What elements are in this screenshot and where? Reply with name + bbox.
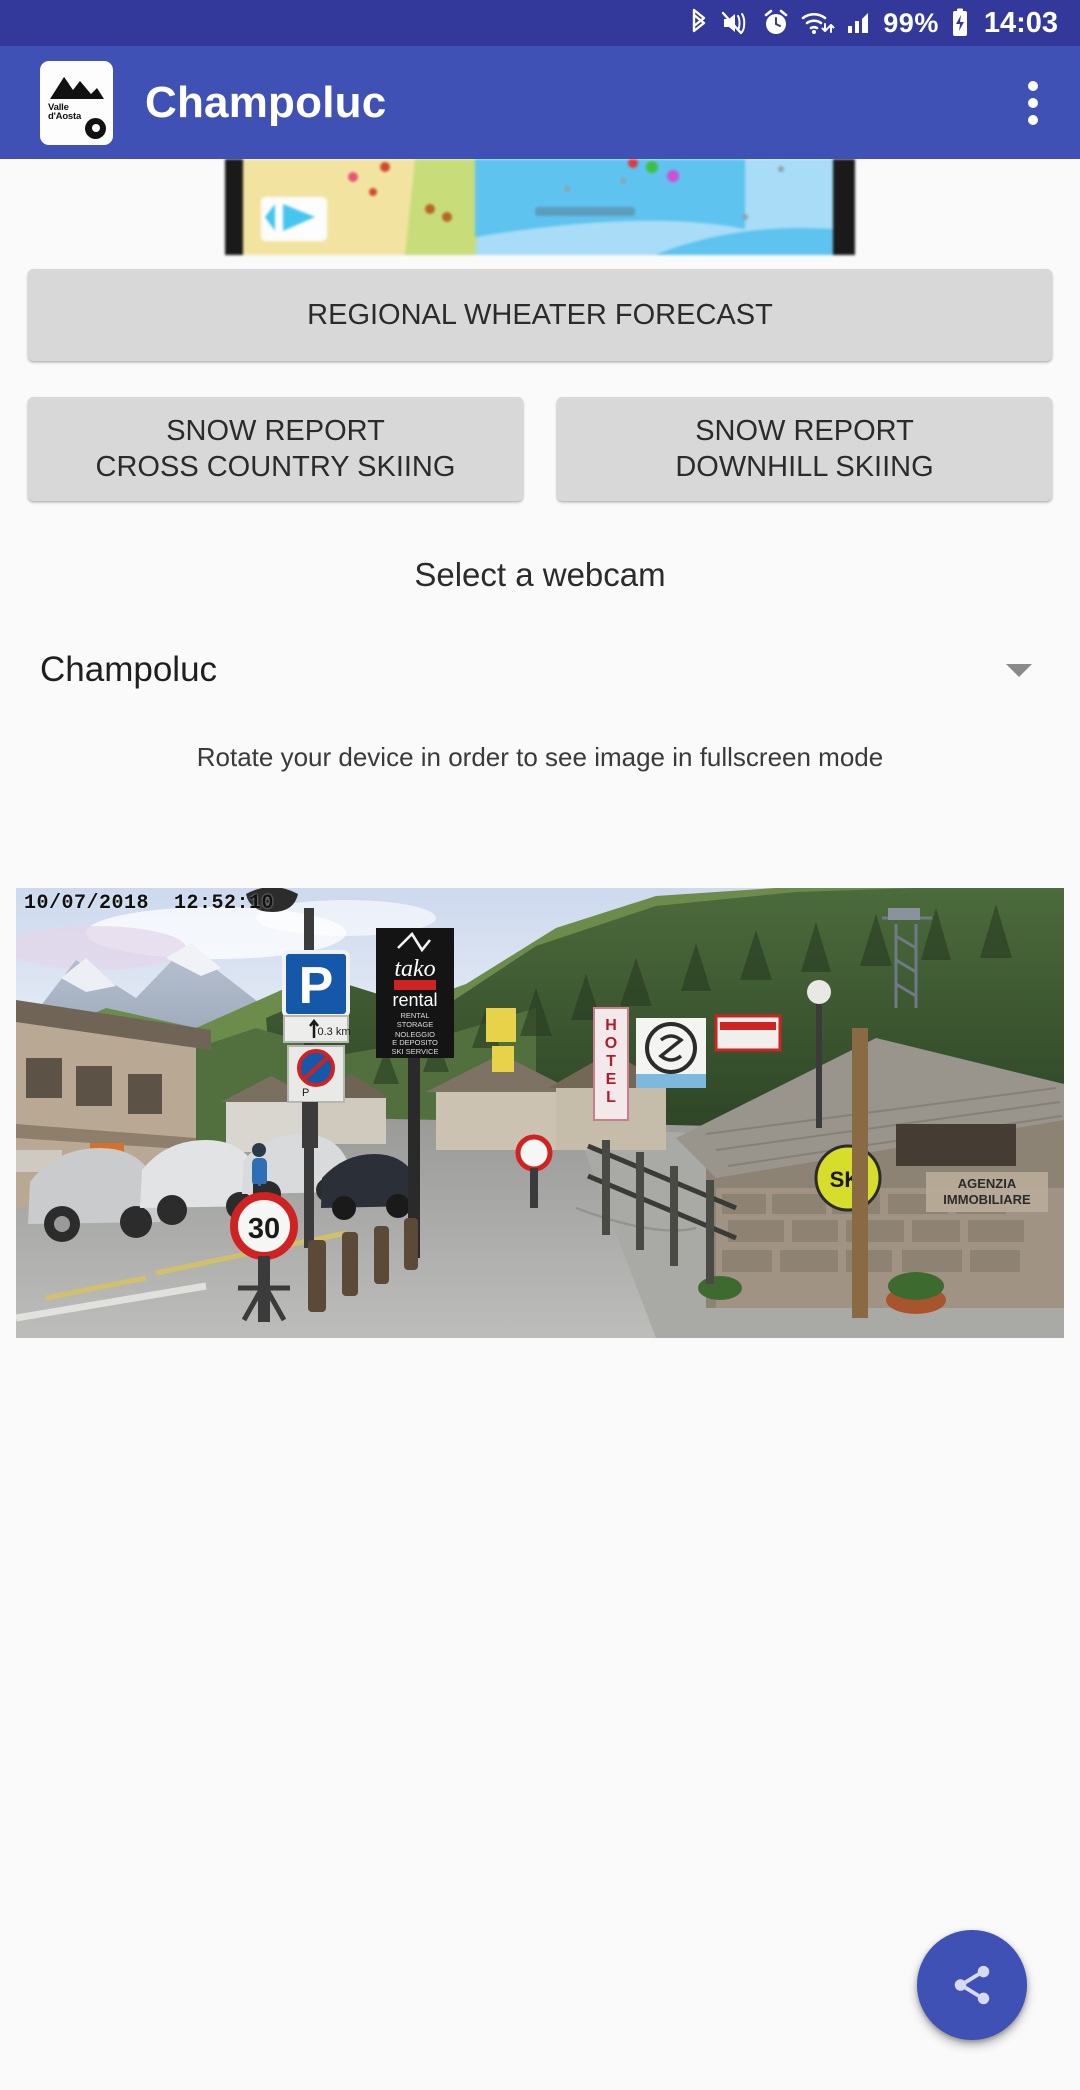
regional-weather-forecast-button[interactable]: REGIONAL WHEATER FORECAST bbox=[28, 269, 1052, 361]
cellular-signal-icon bbox=[846, 9, 872, 37]
map-left-edge bbox=[225, 159, 243, 255]
svg-text:30: 30 bbox=[248, 1213, 280, 1245]
svg-text:P: P bbox=[299, 957, 334, 1015]
rotate-device-hint: Rotate your device in order to see image… bbox=[196, 742, 884, 772]
svg-text:AGENZIA: AGENZIA bbox=[958, 1176, 1017, 1191]
svg-text:RENTAL: RENTAL bbox=[400, 1011, 429, 1020]
snow-report-buttons: SNOW REPORT CROSS COUNTRY SKIING SNOW RE… bbox=[28, 397, 1052, 501]
svg-text:H: H bbox=[605, 1017, 617, 1034]
mute-vibrate-icon bbox=[721, 9, 751, 37]
battery-percent-label: 99% bbox=[883, 7, 939, 38]
page-title: Champoluc bbox=[145, 77, 387, 127]
wifi-icon bbox=[801, 9, 835, 37]
svg-text:tako: tako bbox=[394, 956, 435, 982]
webcam-image[interactable]: AGENZIA IMMOBILIARE SKI P 0.3 km P tako … bbox=[16, 888, 1064, 1338]
bluetooth-icon bbox=[688, 8, 710, 38]
chevron-down-icon bbox=[1006, 663, 1032, 677]
alarm-clock-icon bbox=[762, 9, 790, 37]
main-content: REGIONAL WHEATER FORECAST SNOW REPORT CR… bbox=[0, 159, 1080, 2090]
snow-report-cross-country-button[interactable]: SNOW REPORT CROSS COUNTRY SKIING bbox=[28, 397, 523, 501]
map-right-edge bbox=[833, 159, 855, 255]
webcam-select-dropdown[interactable]: Champoluc bbox=[40, 650, 1040, 696]
svg-text:rental: rental bbox=[392, 990, 437, 1010]
share-icon bbox=[954, 1965, 990, 2005]
svg-text:IMMOBILIARE: IMMOBILIARE bbox=[943, 1192, 1031, 1207]
webcam-timestamp: 10/07/2018 12:52:10 bbox=[24, 892, 275, 915]
svg-text:L: L bbox=[606, 1089, 616, 1106]
app-bar: Valle d'Aosta Champoluc bbox=[0, 46, 1080, 159]
status-bar: 99% 14:03 bbox=[0, 0, 1080, 46]
svg-text:E: E bbox=[606, 1071, 617, 1088]
status-bar-clock: 14:03 bbox=[983, 6, 1058, 39]
app-logo: Valle d'Aosta bbox=[40, 60, 113, 145]
battery-charging-icon bbox=[950, 8, 970, 38]
regional-map-thumbnail[interactable] bbox=[225, 159, 855, 255]
overflow-menu-icon[interactable] bbox=[1018, 71, 1048, 135]
svg-text:O: O bbox=[605, 1035, 617, 1052]
svg-text:SKI SERVICE: SKI SERVICE bbox=[392, 1047, 439, 1056]
buttons-section: REGIONAL WHEATER FORECAST SNOW REPORT CR… bbox=[0, 255, 1080, 501]
share-fab-button[interactable] bbox=[917, 1930, 1027, 2040]
select-webcam-label: Select a webcam bbox=[414, 556, 666, 593]
webcam-badge-icon bbox=[85, 117, 106, 139]
svg-text:0.3 km: 0.3 km bbox=[317, 1026, 350, 1038]
svg-text:P: P bbox=[302, 1087, 309, 1099]
mountain-logo-icon bbox=[49, 76, 104, 99]
snow-report-downhill-button[interactable]: SNOW REPORT DOWNHILL SKIING bbox=[557, 397, 1052, 501]
svg-text:T: T bbox=[606, 1053, 616, 1070]
svg-text:E DEPOSITO: E DEPOSITO bbox=[392, 1038, 438, 1047]
webcam-select-value: Champoluc bbox=[40, 650, 218, 689]
svg-text:STORAGE: STORAGE bbox=[397, 1020, 434, 1029]
